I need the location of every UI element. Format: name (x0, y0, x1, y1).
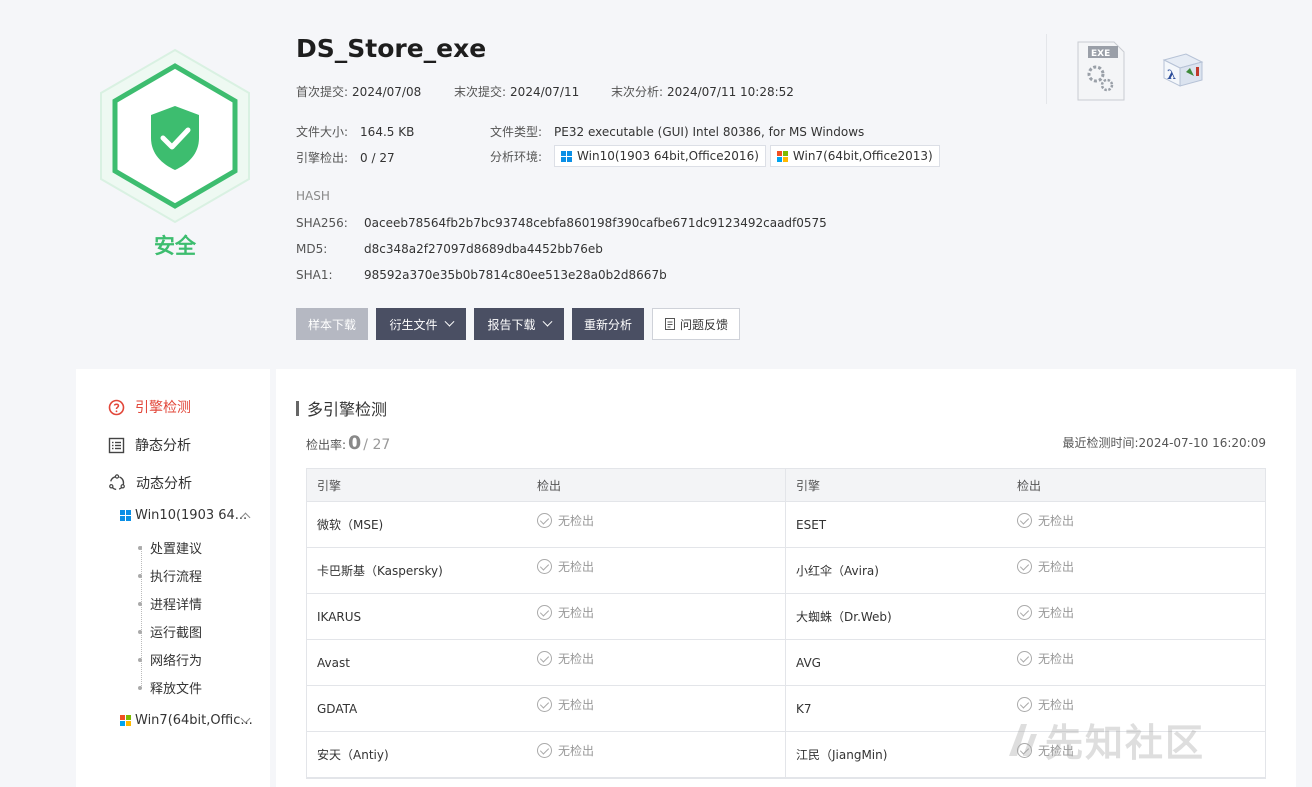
windows7-icon (776, 150, 788, 162)
chevron-down-icon (542, 316, 552, 327)
hash-heading: HASH (296, 189, 330, 203)
sidebar-env-win10[interactable]: Win10(1903 64... (120, 508, 247, 523)
md5-row: MD5: d8c348a2f27097d8689dba4452bb76eb (296, 242, 603, 256)
detection-rate: 检出率: 0/ 27 (306, 432, 391, 454)
feedback-button[interactable]: 问题反馈 (652, 308, 740, 340)
check-circle-icon (1017, 697, 1032, 712)
watermark-logo-icon (1009, 723, 1037, 756)
last-analysis: 末次分析: 2024/07/11 10:28:52 (611, 85, 794, 99)
watermark: 先知社区 (1005, 712, 1205, 767)
windows10-icon (120, 510, 131, 521)
check-circle-icon (537, 605, 552, 620)
table-row: 微软（MSE) 无检出 ESET 无检出 (307, 502, 1265, 548)
check-circle-icon (537, 513, 552, 528)
nav-dynamic-analysis[interactable]: 动态分析 (108, 473, 192, 493)
engine-name: Avast (317, 655, 350, 670)
col-engine: 引擎 (317, 478, 342, 493)
engine-name: AVG (796, 655, 821, 670)
detect-result: 无检出 (1007, 640, 1265, 685)
detect-result: 无检出 (527, 594, 786, 639)
engine-name: ESET (796, 517, 827, 532)
nav-static-analysis[interactable]: 静态分析 (108, 435, 191, 455)
check-circle-icon (537, 651, 552, 666)
lambda-cube-icon: λ (1162, 53, 1204, 87)
check-circle-icon (537, 559, 552, 574)
tree-item-execution-flow[interactable]: 执行流程 (138, 566, 202, 585)
analysis-env: 分析环境: Win10(1903 64bit,Office2016) Win7(… (490, 145, 940, 167)
check-circle-icon (1017, 651, 1032, 666)
safe-shield-icon (100, 48, 250, 224)
sha256-row: SHA256: 0aceeb78564fb2b7bc93748cebfa86019… (296, 216, 827, 230)
first-submit: 首次提交: 2024/07/08 (296, 85, 422, 99)
col-result: 检出 (1017, 478, 1042, 493)
windows7-icon (120, 715, 131, 726)
file-title: DS_Store_exe (296, 34, 487, 63)
engine-name: 大蜘蛛（Dr.Web) (796, 610, 892, 624)
check-circle-icon (537, 697, 552, 712)
svg-text:λ: λ (1167, 68, 1176, 83)
col-result: 检出 (527, 469, 786, 501)
engine-name: 卡巴斯基（Kaspersky) (317, 564, 443, 578)
tree-item-dropped-files[interactable]: 释放文件 (138, 678, 202, 697)
reanalyze-button[interactable]: 重新分析 (572, 308, 644, 340)
file-type: 文件类型: PE32 executable (GUI) Intel 80386, … (490, 125, 865, 139)
tree-item-screenshots[interactable]: 运行截图 (138, 622, 202, 641)
engine-name: GDATA (317, 701, 358, 716)
document-icon (664, 318, 675, 330)
detect-result: 无检出 (527, 502, 786, 547)
table-row: 卡巴斯基（Kaspersky) 无检出 小红伞（Avira) 无检出 (307, 548, 1265, 594)
detect-result: 无检出 (1007, 548, 1265, 593)
detect-result: 无检出 (527, 548, 786, 593)
tree-item-disposal[interactable]: 处置建议 (138, 538, 202, 557)
env-tag-win7[interactable]: Win7(64bit,Office2013) (769, 145, 940, 167)
col-engine: 引擎 (796, 478, 821, 493)
list-icon (108, 437, 125, 453)
engine-name: K7 (796, 701, 812, 716)
nav-engine-detect[interactable]: 引擎检测 (108, 397, 191, 417)
exe-file-icon: EXE (1077, 41, 1125, 101)
panel-title: 多引擎检测 (296, 396, 387, 420)
check-circle-icon (537, 743, 552, 758)
sidebar-env-win7[interactable]: Win7(64bit,Offic... (120, 713, 253, 728)
check-circle-icon (1017, 605, 1032, 620)
derived-files-button[interactable]: 衍生文件 (376, 308, 466, 340)
last-detect-time: 最近检测时间:2024-07-10 16:20:09 (1062, 436, 1267, 450)
report-download-button[interactable]: 报告下载 (474, 308, 564, 340)
check-circle-icon (1017, 513, 1032, 528)
verdict-label: 安全 (154, 234, 196, 258)
last-submit: 末次提交: 2024/07/11 (454, 85, 580, 99)
sample-download-button[interactable]: 样本下载 (296, 308, 368, 340)
tree-item-network[interactable]: 网络行为 (138, 650, 202, 669)
engine-name: 微软（MSE) (317, 518, 384, 532)
engine-detect: 引擎检出: 0 / 27 (296, 151, 395, 165)
engine-detect-icon (108, 399, 125, 415)
env-tag-win10[interactable]: Win10(1903 64bit,Office2016) (554, 145, 766, 167)
header-divider (1046, 34, 1047, 104)
windows10-icon (561, 150, 573, 162)
engine-name: 江民（JiangMin) (796, 748, 888, 762)
table-header: 引擎 检出 引擎 检出 (307, 469, 1265, 502)
table-row: IKARUS 无检出 大蜘蛛（Dr.Web) 无检出 (307, 594, 1265, 640)
detect-result: 无检出 (527, 732, 786, 777)
detect-result: 无检出 (527, 640, 786, 685)
detect-result: 无检出 (1007, 594, 1265, 639)
svg-text:EXE: EXE (1091, 49, 1110, 59)
check-circle-icon (1017, 559, 1032, 574)
file-size: 文件大小: 164.5 KB (296, 125, 415, 139)
tree-item-process-details[interactable]: 进程详情 (138, 594, 202, 613)
engine-name: IKARUS (317, 609, 362, 624)
detect-result: 无检出 (527, 686, 786, 731)
table-row: Avast 无检出 AVG 无检出 (307, 640, 1265, 686)
chevron-down-icon (444, 316, 454, 327)
engine-name: 安天（Antiy) (317, 748, 389, 762)
sha1-row: SHA1: 98592a370e35b0b7814c80ee513e28a0b2d… (296, 268, 667, 282)
detect-result: 无检出 (1007, 502, 1265, 547)
cycle-icon (109, 474, 125, 491)
engine-name: 小红伞（Avira) (796, 564, 879, 578)
